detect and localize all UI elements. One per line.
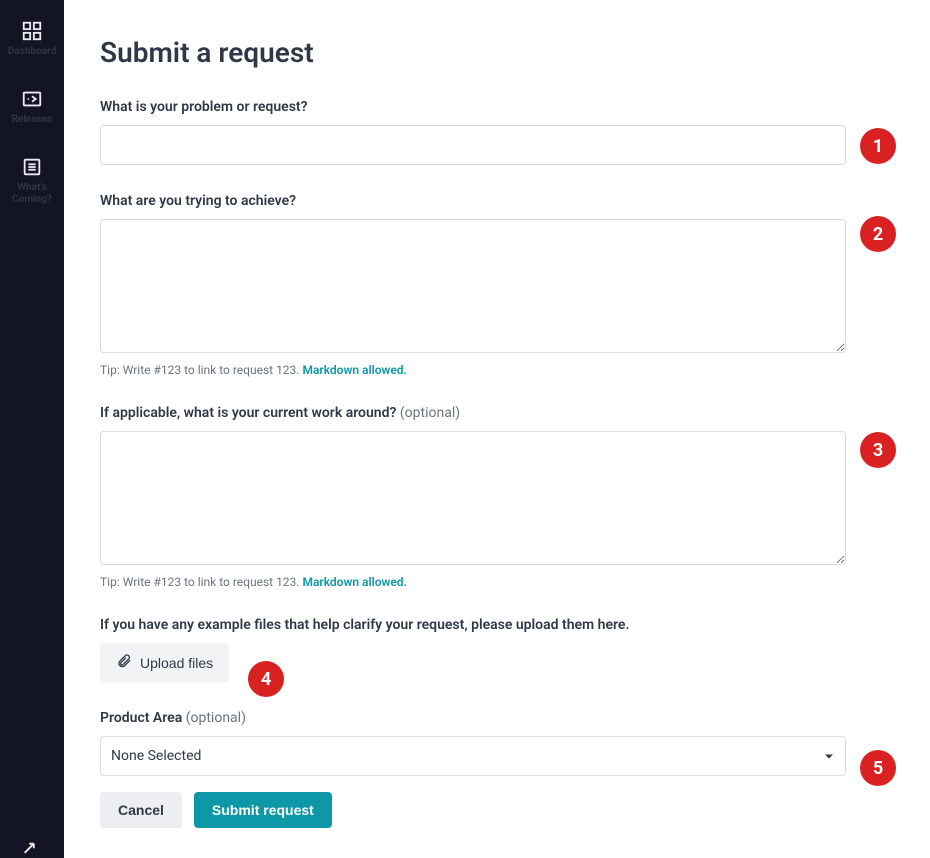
hint-achieve: Tip: Write #123 to link to request 123. … — [100, 363, 848, 377]
upload-files-button[interactable]: Upload files — [100, 643, 229, 682]
label-workaround-main: If applicable, what is your current work… — [100, 405, 396, 421]
form-actions: Cancel Submit request — [100, 792, 848, 828]
list-icon — [21, 156, 43, 178]
sidebar-bottom-icon-crop — [0, 840, 64, 858]
sidebar-item-dashboard[interactable]: Dashboard — [0, 10, 64, 78]
label-achieve: What are you trying to achieve? — [100, 193, 848, 209]
label-product-area-optional: (optional) — [182, 710, 246, 726]
hint-text: Tip: Write #123 to link to request 123. — [100, 363, 302, 377]
select-product-area-wrap: None Selected — [100, 736, 846, 776]
field-problem: What is your problem or request? — [100, 99, 848, 165]
field-upload: If you have any example files that help … — [100, 617, 848, 682]
label-product-area: Product Area (optional) — [100, 710, 848, 726]
releases-icon — [21, 88, 43, 110]
input-problem[interactable] — [100, 125, 846, 165]
sidebar-item-releases[interactable]: Releases — [0, 78, 64, 146]
label-product-area-main: Product Area — [100, 710, 182, 726]
label-upload: If you have any example files that help … — [100, 617, 848, 633]
field-achieve: What are you trying to achieve? Tip: Wri… — [100, 193, 848, 377]
sidebar: Dashboard Releases What's Coming? — [0, 0, 64, 858]
label-workaround: If applicable, what is your current work… — [100, 405, 848, 421]
main-content: Submit a request What is your problem or… — [100, 36, 848, 828]
field-workaround: If applicable, what is your current work… — [100, 405, 848, 589]
submit-button[interactable]: Submit request — [194, 792, 332, 828]
textarea-achieve[interactable] — [100, 219, 846, 353]
select-product-area[interactable]: None Selected — [100, 736, 846, 776]
callout-1: 1 — [860, 128, 896, 164]
label-workaround-optional: (optional) — [396, 405, 460, 421]
markdown-link[interactable]: Markdown allowed. — [302, 575, 407, 589]
upload-button-label: Upload files — [140, 655, 213, 671]
paperclip-icon — [116, 653, 132, 672]
dashboard-icon — [21, 20, 43, 42]
textarea-workaround[interactable] — [100, 431, 846, 565]
hint-workaround: Tip: Write #123 to link to request 123. … — [100, 575, 848, 589]
select-value: None Selected — [111, 748, 201, 764]
field-product-area: Product Area (optional) None Selected — [100, 710, 848, 776]
callout-3: 3 — [860, 432, 896, 468]
label-problem: What is your problem or request? — [100, 99, 848, 115]
sidebar-item-label: Releases — [12, 114, 53, 126]
callout-2: 2 — [860, 216, 896, 252]
sidebar-item-label: Dashboard — [8, 46, 56, 58]
hint-text: Tip: Write #123 to link to request 123. — [100, 575, 302, 589]
markdown-link[interactable]: Markdown allowed. — [302, 363, 407, 377]
page-title: Submit a request — [100, 36, 848, 69]
callout-5: 5 — [860, 750, 896, 786]
cancel-button[interactable]: Cancel — [100, 792, 182, 828]
sidebar-item-whats-coming[interactable]: What's Coming? — [0, 146, 64, 226]
sidebar-item-label: What's Coming? — [2, 182, 62, 206]
callout-4: 4 — [248, 661, 284, 697]
